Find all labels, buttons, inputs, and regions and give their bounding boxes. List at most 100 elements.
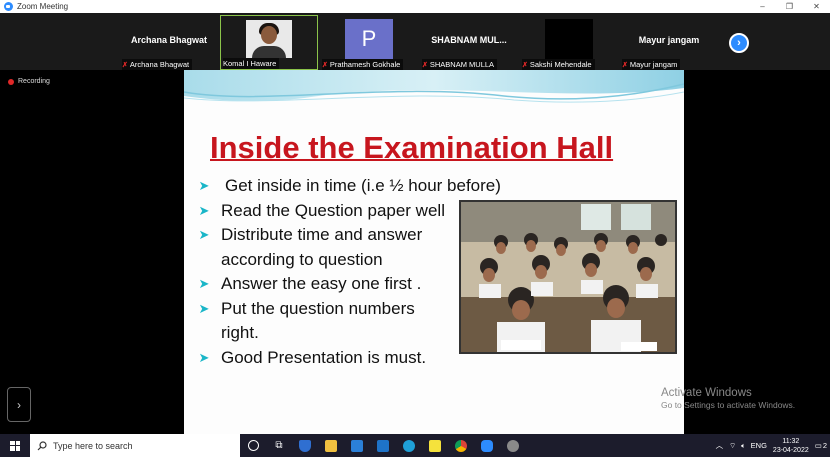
restore-button[interactable]: ❐ xyxy=(776,0,803,13)
participant-name: SHABNAM MUL... xyxy=(431,35,507,45)
participant-tile[interactable]: Mayur jangam ✗ Mayur jangam xyxy=(620,15,718,70)
activate-windows-watermark: Activate Windows Go to Settings to activ… xyxy=(661,387,795,410)
participant-tile[interactable]: SHABNAM MUL... ✗ SHABNAM MULLA xyxy=(420,15,518,70)
minimize-button[interactable]: – xyxy=(749,0,776,13)
task-view-button[interactable]: ⧉ xyxy=(266,434,292,457)
taskbar-app-sticky-notes[interactable] xyxy=(422,434,448,457)
participant-label: ✗ Archana Bhagwat xyxy=(122,59,193,70)
slide-bullet: ➤ Read the Question paper well xyxy=(194,199,501,224)
edge-browser-icon xyxy=(403,439,415,452)
muted-mic-icon: ✗ xyxy=(622,61,628,69)
exam-hall-photo xyxy=(459,200,677,354)
participant-tile[interactable]: ✗ Sakshi Mehendale xyxy=(520,15,618,70)
folder-icon xyxy=(325,439,337,452)
participant-label: ✗ Prathamesh Gokhale xyxy=(322,59,404,70)
participant-name: Mayur jangam xyxy=(638,35,700,45)
watermark-line2: Go to Settings to activate Windows. xyxy=(661,400,796,410)
store-bag-icon xyxy=(351,439,363,452)
notification-count: 2 xyxy=(822,441,827,450)
participant-tile-active-speaker[interactable]: Komal I Haware xyxy=(220,15,318,70)
window-titlebar: Zoom Meeting – ❐ ✕ xyxy=(0,0,830,13)
slide-title: Inside the Examination Hall xyxy=(210,130,614,165)
participant-tile[interactable]: P ✗ Prathamesh Gokhale xyxy=(320,15,418,70)
search-placeholder: Type here to search xyxy=(53,440,133,451)
slide-header-wave xyxy=(184,70,684,103)
bullet-arrow-icon: ➤ xyxy=(198,202,210,218)
taskbar-app-store[interactable] xyxy=(344,434,370,457)
participant-name: Archana Bhagwat xyxy=(130,35,208,45)
participant-label-text: Prathamesh Gokhale xyxy=(329,60,401,69)
taskbar-app-zoom[interactable] xyxy=(474,434,500,457)
participant-label-text: Mayur jangam xyxy=(629,60,678,69)
participant-label: Komal I Haware xyxy=(223,58,280,69)
muted-mic-icon: ✗ xyxy=(322,61,328,69)
participant-label-text: Sakshi Mehendale xyxy=(529,60,592,69)
participant-video-off xyxy=(545,19,593,59)
bullet-arrow-icon: ➤ xyxy=(198,178,210,193)
participant-label: ✗ Mayur jangam xyxy=(622,59,681,70)
notification-icon: ▭ xyxy=(814,441,822,450)
taskbar-app-explorer[interactable] xyxy=(318,434,344,457)
bullet-arrow-icon: ➤ xyxy=(198,276,210,291)
shield-icon xyxy=(299,439,311,452)
slide-bullet-continuation: according to question xyxy=(194,248,501,273)
start-button[interactable] xyxy=(0,434,30,457)
bullet-arrow-icon: ➤ xyxy=(198,300,210,316)
participant-label-text: Archana Bhagwat xyxy=(129,60,190,69)
taskbar-search-box[interactable]: Type here to search xyxy=(30,434,240,457)
mail-icon xyxy=(377,439,389,452)
recording-indicator: Recording xyxy=(8,78,50,85)
participant-video xyxy=(246,20,292,58)
slide-bullet: ➤ Get inside in time (i.e ½ hour before) xyxy=(194,174,501,199)
participant-label-text: SHABNAM MULLA xyxy=(429,60,495,69)
taskbar-app-chrome[interactable] xyxy=(448,434,474,457)
next-participants-button[interactable]: › xyxy=(729,33,749,53)
close-button[interactable]: ✕ xyxy=(803,0,830,13)
taskbar-app-edge[interactable] xyxy=(396,434,422,457)
chevron-up-icon[interactable]: ︿ xyxy=(716,440,724,451)
meeting-view: Recording Inside the Examination Hall ➤ … xyxy=(0,70,830,434)
exam-hall-illustration xyxy=(461,202,675,352)
chevron-right-icon: › xyxy=(737,37,741,49)
record-dot-icon xyxy=(8,78,14,85)
volume-icon[interactable]: 🔈︎ xyxy=(741,441,746,451)
search-icon xyxy=(37,440,47,450)
windows-logo-icon xyxy=(10,440,20,451)
bullet-text: Good Presentation is must. xyxy=(221,347,427,367)
taskbar-app-mail[interactable] xyxy=(370,434,396,457)
notification-center-button[interactable]: ▭ 2 xyxy=(815,441,827,450)
watermark-line1: Activate Windows xyxy=(661,387,752,399)
participant-avatar: P xyxy=(345,19,393,59)
slide-bullet: ➤ Put the question numbers xyxy=(194,297,501,322)
app-icon xyxy=(507,439,519,452)
task-view-icon: ⧉ xyxy=(275,440,283,451)
side-panel-toggle[interactable]: › xyxy=(7,387,31,422)
bullet-text: according to question xyxy=(221,249,383,269)
participant-tile[interactable]: Archana Bhagwat ✗ Archana Bhagwat xyxy=(120,15,218,70)
taskbar-app-security[interactable] xyxy=(292,434,318,457)
taskbar-app-other[interactable] xyxy=(500,434,526,457)
cortana-button[interactable] xyxy=(240,434,266,457)
zoom-app-icon xyxy=(4,2,13,11)
bullet-arrow-icon: ➤ xyxy=(198,227,210,242)
shared-slide: Inside the Examination Hall ➤ Get inside… xyxy=(184,70,684,434)
participant-label-text: Komal I Haware xyxy=(223,59,277,68)
windows-taskbar: Type here to search ⧉ ︿ ⌔ 🔈︎ ENG 11:32 2… xyxy=(0,434,830,457)
bullet-text: Distribute time and answer xyxy=(221,225,423,244)
participants-strip: Archana Bhagwat ✗ Archana Bhagwat Komal … xyxy=(0,13,830,70)
bullet-text: Get inside in time (i.e ½ hour before) xyxy=(225,176,501,195)
chrome-icon xyxy=(455,439,467,452)
bullet-text: Put the question numbers xyxy=(221,298,415,318)
window-controls: – ❐ ✕ xyxy=(749,0,830,13)
muted-mic-icon: ✗ xyxy=(122,61,128,69)
network-icon[interactable]: ⌔ xyxy=(729,441,736,451)
bullet-arrow-icon: ➤ xyxy=(198,349,210,365)
muted-mic-icon: ✗ xyxy=(522,61,528,69)
clock[interactable]: 11:32 23-04-2022 xyxy=(773,437,809,455)
system-tray: ︿ ⌔ 🔈︎ ENG 11:32 23-04-2022 ▭ 2 xyxy=(716,434,830,457)
language-indicator[interactable]: ENG xyxy=(751,441,767,450)
participant-label: ✗ Sakshi Mehendale xyxy=(522,59,595,70)
muted-mic-icon: ✗ xyxy=(422,61,428,69)
slide-bullet-continuation: right. xyxy=(194,321,501,346)
slide-bullet-list: ➤ Get inside in time (i.e ½ hour before)… xyxy=(194,174,501,370)
